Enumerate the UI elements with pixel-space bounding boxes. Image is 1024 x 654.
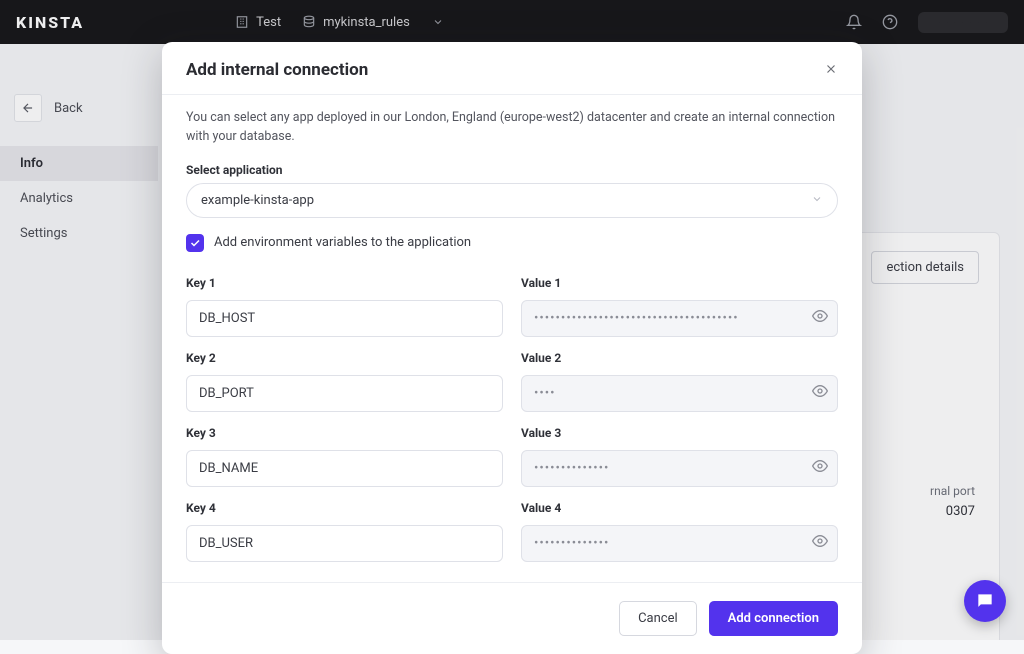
select-application-label: Select application <box>186 163 838 177</box>
value-4-input[interactable] <box>521 525 838 562</box>
value-3-input[interactable] <box>521 450 838 487</box>
value-4-label: Value 4 <box>521 501 838 515</box>
key-3-input[interactable] <box>186 450 503 487</box>
key-1-input[interactable] <box>186 300 503 337</box>
modal-overlay: Add internal connection You can select a… <box>0 0 1024 640</box>
chevron-down-icon <box>811 193 823 208</box>
key-2-label: Key 2 <box>186 351 503 365</box>
chat-fab[interactable] <box>964 580 1006 622</box>
modal-title: Add internal connection <box>186 60 368 80</box>
select-application-value: example-kinsta-app <box>201 193 314 208</box>
value-2-label: Value 2 <box>521 351 838 365</box>
value-1-input[interactable] <box>521 300 838 337</box>
close-icon[interactable] <box>824 61 838 80</box>
modal-helper-text: You can select any app deployed in our L… <box>186 109 838 147</box>
key-2-input[interactable] <box>186 375 503 412</box>
add-env-vars-label: Add environment variables to the applica… <box>214 235 471 250</box>
eye-icon[interactable] <box>812 533 828 553</box>
key-1-label: Key 1 <box>186 276 503 290</box>
value-1-label: Value 1 <box>521 276 838 290</box>
modal: Add internal connection You can select a… <box>162 42 862 654</box>
add-connection-button[interactable]: Add connection <box>709 601 838 636</box>
value-3-label: Value 3 <box>521 426 838 440</box>
value-2-input[interactable] <box>521 375 838 412</box>
eye-icon[interactable] <box>812 308 828 328</box>
add-env-vars-checkbox[interactable] <box>186 234 204 252</box>
eye-icon[interactable] <box>812 383 828 403</box>
select-application[interactable]: example-kinsta-app <box>186 183 838 218</box>
key-4-input[interactable] <box>186 525 503 562</box>
key-3-label: Key 3 <box>186 426 503 440</box>
key-4-label: Key 4 <box>186 501 503 515</box>
cancel-button[interactable]: Cancel <box>619 601 697 636</box>
eye-icon[interactable] <box>812 458 828 478</box>
